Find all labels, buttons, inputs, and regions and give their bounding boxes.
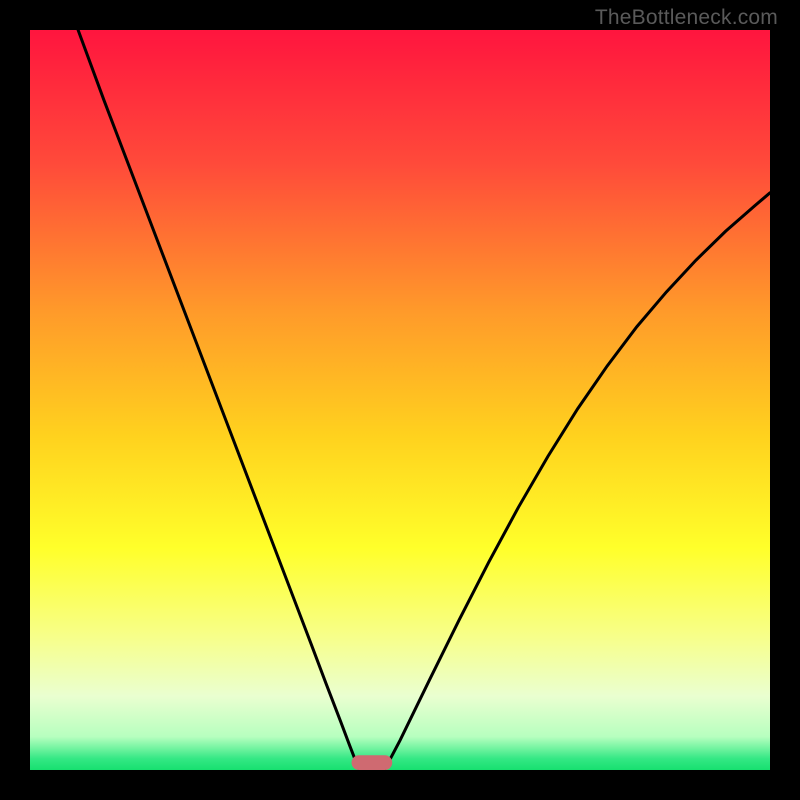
chart-frame: TheBottleneck.com — [0, 0, 800, 800]
plot-background — [30, 30, 770, 770]
optimum-marker — [352, 755, 393, 770]
watermark-text: TheBottleneck.com — [595, 6, 778, 30]
bottleneck-chart — [0, 0, 800, 800]
